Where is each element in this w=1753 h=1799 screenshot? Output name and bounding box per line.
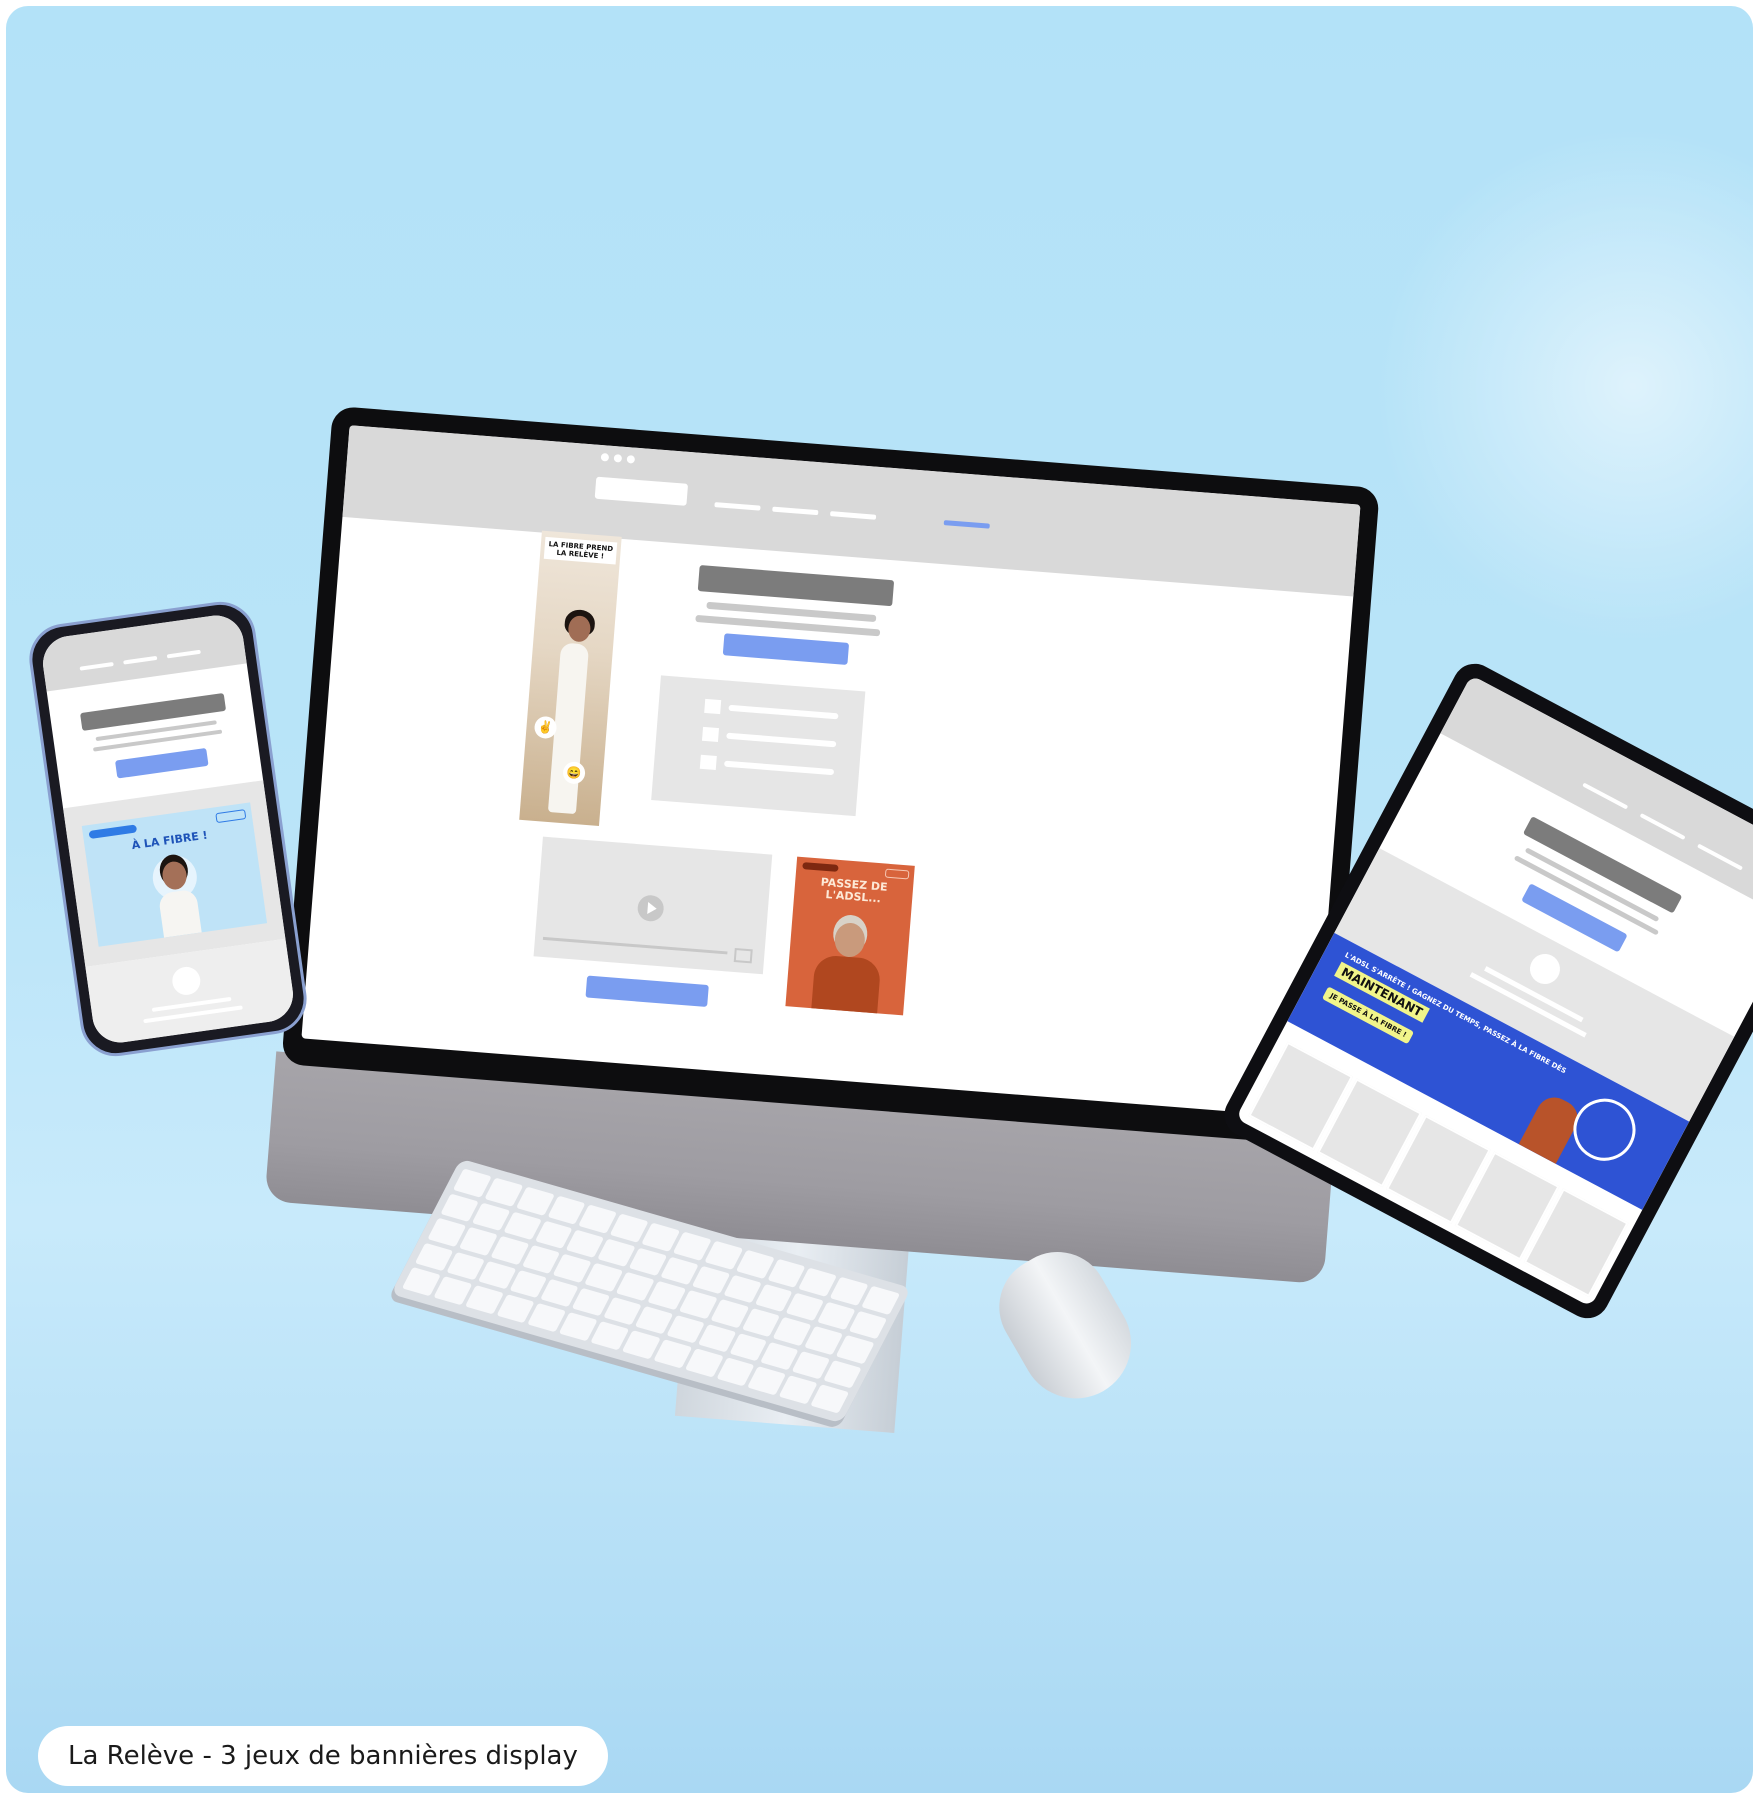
desktop-monitor: LA FIBRE PREND LA RELÈVE ! ✌ 😄 PASSEZ DE… <box>264 405 1380 1434</box>
window-dots-icon <box>600 452 636 464</box>
nav-link-placeholder[interactable] <box>829 511 877 520</box>
mockup-card: LA FIBRE PREND LA RELÈVE ! ✌ 😄 PASSEZ DE… <box>6 6 1753 1793</box>
video-player-placeholder[interactable] <box>533 836 773 975</box>
nav-link-active[interactable] <box>943 520 990 529</box>
checkbox-icon <box>704 698 722 715</box>
nav-link-placeholder[interactable] <box>772 506 819 516</box>
play-icon[interactable] <box>636 894 665 923</box>
nav-link-placeholder[interactable] <box>714 502 761 511</box>
address-bar[interactable] <box>594 476 689 506</box>
headline-placeholder <box>697 565 895 607</box>
banner-heading: PASSEZ DE L'ADSL... <box>820 875 888 906</box>
fullscreen-icon[interactable] <box>733 947 753 964</box>
video-progress-bar[interactable] <box>542 936 728 955</box>
smile-emoji-icon: 😄 <box>562 761 586 785</box>
list-line <box>724 760 835 776</box>
list-line <box>728 704 839 720</box>
cta-button-placeholder[interactable] <box>722 633 850 665</box>
desktop-screen: LA FIBRE PREND LA RELÈVE ! ✌ 😄 PASSEZ DE… <box>301 425 1361 1118</box>
banner-link[interactable] <box>884 868 910 880</box>
model-photo <box>567 614 592 643</box>
nav-link-placeholder[interactable] <box>1639 813 1686 841</box>
avatar <box>1524 948 1566 990</box>
clock-icon <box>1562 1087 1647 1172</box>
nav-link-placeholder[interactable] <box>1696 843 1744 871</box>
phone-browser-bar <box>39 611 247 692</box>
browser-bar <box>342 425 1361 597</box>
banner-link[interactable] <box>215 809 247 824</box>
nav-link-placeholder[interactable] <box>79 661 114 671</box>
device-scene: LA FIBRE PREND LA RELÈVE ! ✌ 😄 PASSEZ DE… <box>6 6 1753 1793</box>
banner-tag <box>88 824 138 840</box>
mobile-display-banner[interactable]: À LA FIBRE ! <box>81 802 268 947</box>
model-photo <box>157 888 202 938</box>
vertical-display-banner[interactable]: LA FIBRE PREND LA RELÈVE ! ✌ 😄 <box>519 530 622 826</box>
nav-link-placeholder[interactable] <box>123 655 158 665</box>
monitor-bezel: LA FIBRE PREND LA RELÈVE ! ✌ 😄 PASSEZ DE… <box>281 405 1380 1147</box>
avatar <box>170 965 203 997</box>
banner-tag <box>802 862 839 872</box>
list-placeholder <box>651 675 866 817</box>
model-photo <box>810 954 882 1016</box>
caption-label: La Relève - 3 jeux de bannières display <box>38 1726 608 1786</box>
square-display-banner[interactable]: PASSEZ DE L'ADSL... <box>785 856 915 1016</box>
banner-heading: LA FIBRE PREND LA RELÈVE ! <box>543 536 618 565</box>
checkbox-icon <box>699 754 717 770</box>
checkbox-icon <box>701 726 720 743</box>
nav-link-placeholder[interactable] <box>166 649 201 659</box>
list-line <box>726 732 837 748</box>
model-photo <box>833 921 867 959</box>
smartphone: À LA FIBRE ! <box>24 597 312 1061</box>
cta-button-placeholder[interactable] <box>114 747 209 779</box>
cta-button-placeholder[interactable] <box>585 975 709 1008</box>
nav-link-placeholder[interactable] <box>1582 782 1629 810</box>
phone-screen: À LA FIBRE ! <box>39 611 297 1047</box>
